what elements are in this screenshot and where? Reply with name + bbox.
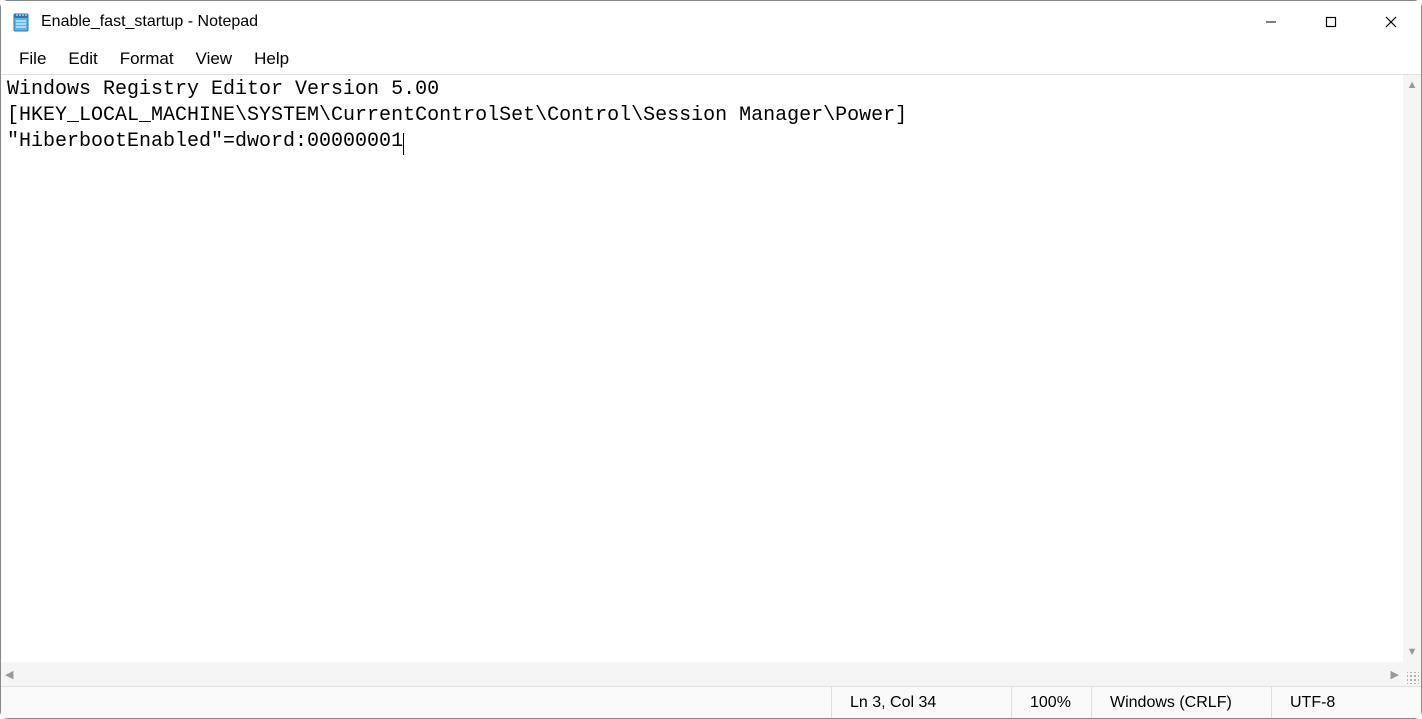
window-controls	[1241, 1, 1421, 43]
scroll-down-icon[interactable]: ▼	[1403, 642, 1421, 662]
status-encoding: UTF-8	[1271, 687, 1421, 718]
status-zoom: 100%	[1011, 687, 1091, 718]
scroll-right-icon[interactable]: ▶	[1387, 664, 1403, 685]
status-spacer	[1, 687, 831, 718]
text-editor[interactable]: Windows Registry Editor Version 5.00 [HK…	[1, 75, 1421, 686]
minimize-button[interactable]	[1241, 1, 1301, 43]
maximize-button[interactable]	[1301, 1, 1361, 43]
grip-icon	[1407, 672, 1419, 684]
scroll-left-icon[interactable]: ◀	[1, 664, 17, 685]
text-line: [HKEY_LOCAL_MACHINE\SYSTEM\CurrentContro…	[7, 104, 907, 127]
menu-help[interactable]: Help	[244, 45, 299, 73]
menu-edit[interactable]: Edit	[58, 45, 107, 73]
notepad-icon	[11, 12, 31, 32]
text-line: "HiberbootEnabled"=dword:00000001	[7, 130, 403, 153]
close-button[interactable]	[1361, 1, 1421, 43]
scroll-up-icon[interactable]: ▲	[1403, 75, 1421, 95]
vertical-scrollbar[interactable]: ▲ ▼	[1403, 75, 1421, 662]
resize-grip[interactable]	[1403, 662, 1421, 686]
menu-view[interactable]: View	[186, 45, 243, 73]
menu-file[interactable]: File	[9, 45, 56, 73]
statusbar: Ln 3, Col 34 100% Windows (CRLF) UTF-8	[1, 686, 1421, 718]
text-caret	[403, 133, 404, 155]
titlebar[interactable]: Enable_fast_startup - Notepad	[1, 1, 1421, 43]
text-line: Windows Registry Editor Version 5.00	[7, 78, 439, 101]
window-title: Enable_fast_startup - Notepad	[41, 13, 1241, 31]
status-position: Ln 3, Col 34	[831, 687, 1011, 718]
horizontal-scrollbar[interactable]: ◀ ▶	[1, 662, 1403, 686]
status-line-ending: Windows (CRLF)	[1091, 687, 1271, 718]
menu-format[interactable]: Format	[110, 45, 184, 73]
menubar: File Edit Format View Help	[1, 43, 1421, 75]
content-wrapper: Windows Registry Editor Version 5.00 [HK…	[1, 75, 1421, 686]
